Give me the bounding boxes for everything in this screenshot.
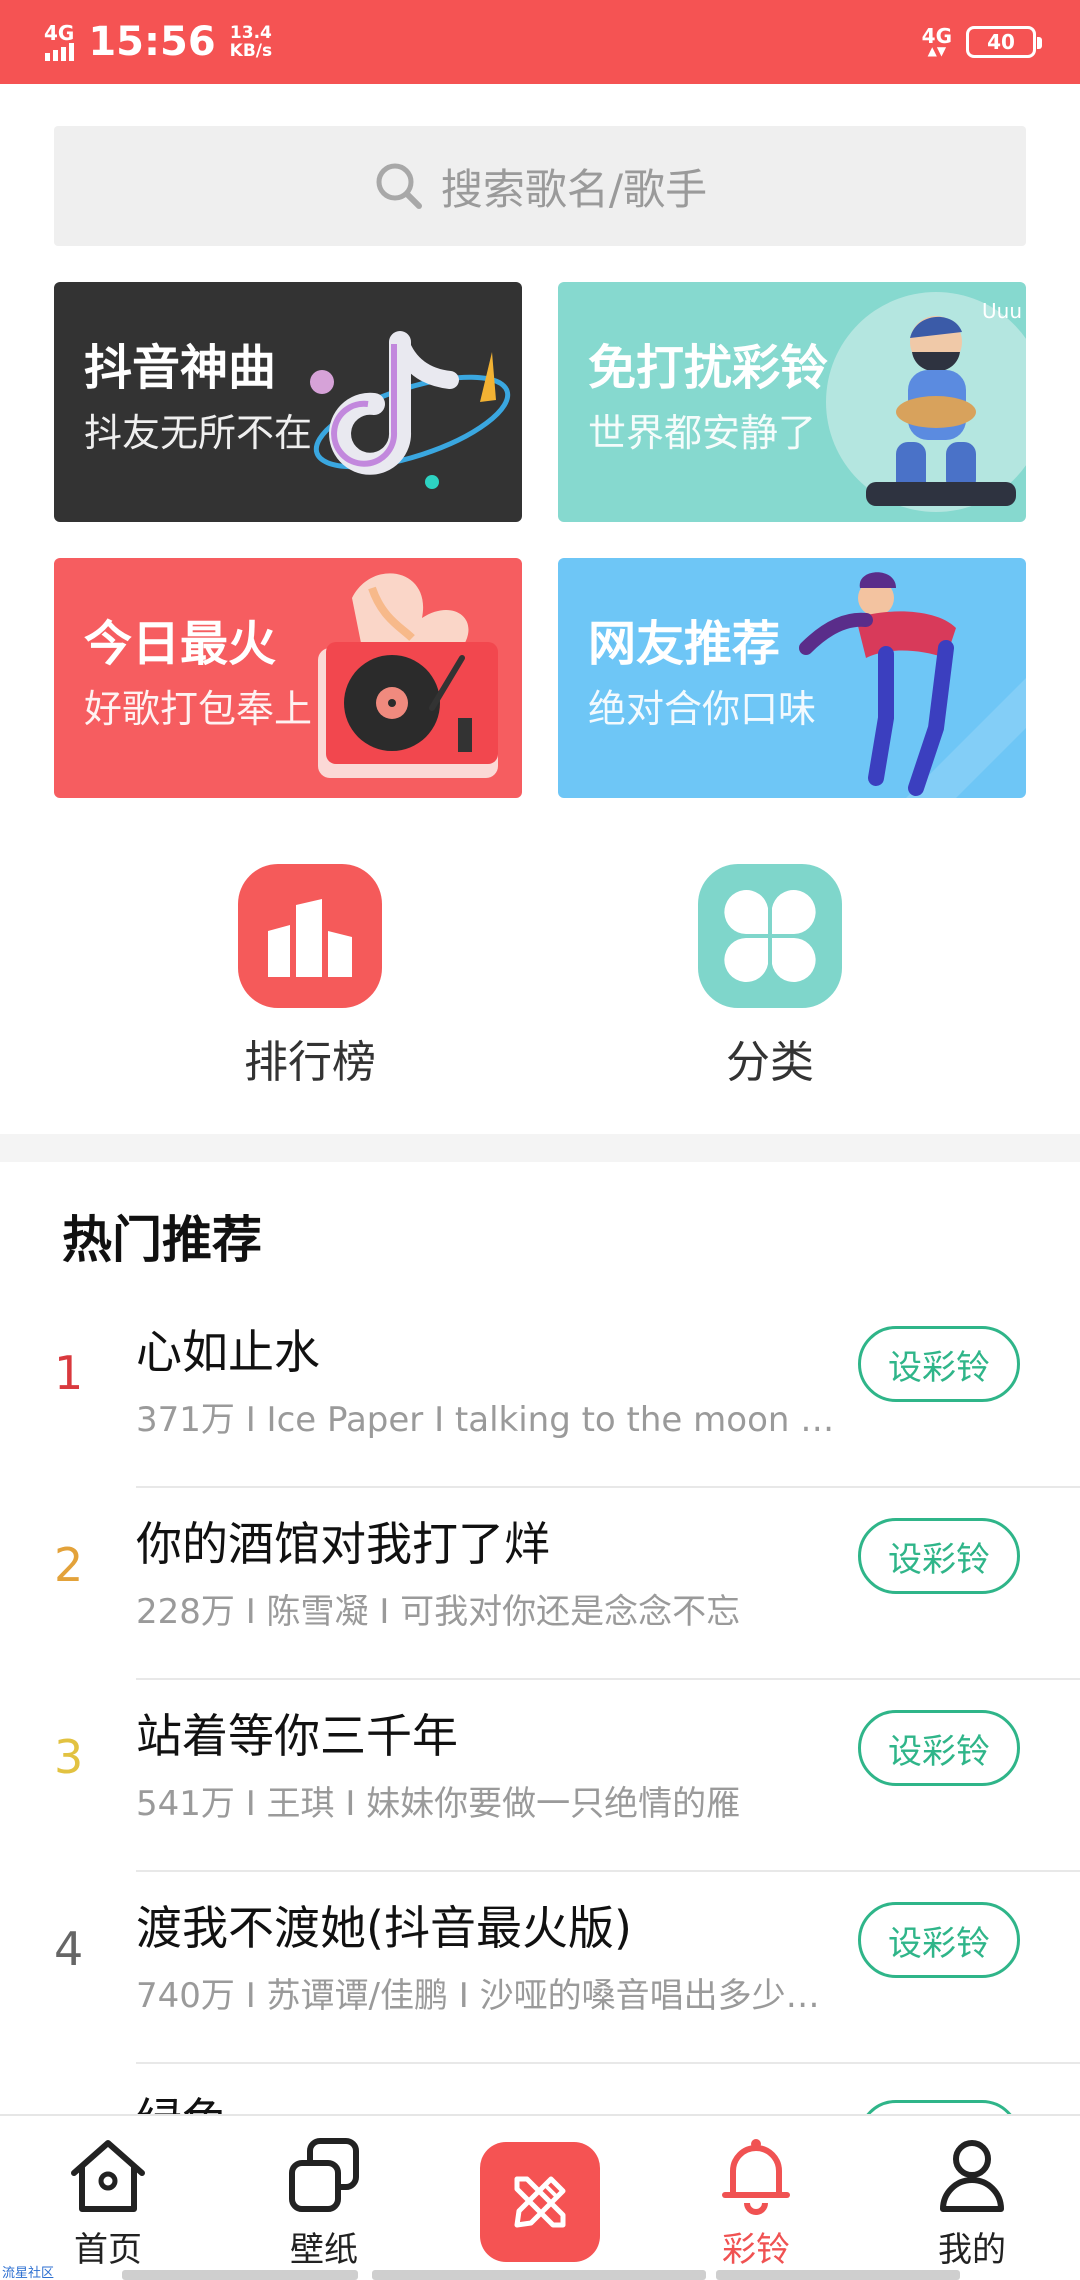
banner-title: 今日最火 [84,616,277,672]
battery-level: 40 [987,30,1015,54]
record-player-illustration [318,573,498,778]
list-item[interactable]: 4 渡我不渡她(抖音最火版) 740万 I 苏谭谭/佳鹏 I 沙哑的嗓音唱出多少… [0,1872,1080,2064]
grid-icon [698,864,842,1008]
song-meta: 228万 I 陈雪凝 I 可我对你还是念念不忘 [136,1592,741,1632]
battery-icon: 40 [966,26,1042,58]
rank-number: 2 [54,1538,84,1592]
song-title: 你的酒馆对我打了烊 [136,1517,550,1571]
nav-create[interactable] [480,2142,600,2262]
song-meta: 541万 I 王琪 I 妹妹你要做一只绝情的雁 [136,1784,741,1824]
song-title: 渡我不渡她(抖音最火版) [136,1901,632,1955]
banner-title: 抖音神曲 [84,340,277,396]
set-ringtone-button[interactable]: 设彩铃 [858,1326,1020,1402]
section-divider [0,1134,1080,1162]
category-link[interactable]: 分类 [670,864,870,1090]
home-icon [28,2130,188,2220]
song-title: 心如止水 [136,1325,320,1379]
banner-subtitle: 世界都安静了 [588,411,817,455]
nav-wallpaper[interactable]: 壁纸 [244,2130,404,2271]
nav-wallpaper-label: 壁纸 [290,2230,358,2270]
clock: 15:56 [88,19,216,65]
rank-number: 1 [54,1346,84,1400]
ranking-label: 排行榜 [244,1037,376,1088]
list-item[interactable]: 1 心如止水 371万 I Ice Paper I talking to the… [0,1296,1080,1488]
song-meta: 371万 I Ice Paper I talking to the moon 放… [136,1400,836,1440]
song-title: 站着等你三千年 [136,1709,458,1763]
set-ringtone-button[interactable]: 设彩铃 [858,1518,1020,1594]
banner-subtitle: 绝对合你口味 [588,687,817,731]
rank-number: 4 [54,1922,84,1976]
search-bar[interactable]: 搜索歌名/歌手 [54,126,1026,246]
network-speed: 13.4 KB/s [230,24,272,60]
watermark: 流星社区 [2,2266,55,2280]
list-item[interactable]: 2 你的酒馆对我打了烊 228万 I 陈雪凝 I 可我对你还是念念不忘 设彩铃 [0,1488,1080,1680]
set-ringtone-button[interactable]: 设彩铃 [858,1902,1020,1978]
bottom-nav: 首页 壁纸 彩铃 我的 [0,2114,1080,2280]
ranking-link[interactable]: 排行榜 [210,864,410,1090]
banner-quiet-ringtone[interactable]: 免打扰彩铃 世界都安静了 Uuu [558,282,1026,522]
home-indicator [122,2270,358,2280]
speed-unit: KB/s [229,41,273,61]
search-placeholder: 搜索歌名/歌手 [440,164,708,214]
network-type: 4G [44,21,75,45]
banner-subtitle: 好歌打包奉上 [84,687,313,731]
speed-value: 13.4 [229,23,272,43]
song-meta: 740万 I 苏谭谭/佳鹏 I 沙哑的嗓音唱出多少… [136,1976,820,2016]
list-item[interactable]: 3 站着等你三千年 541万 I 王琪 I 妹妹你要做一只绝情的雁 设彩铃 [0,1680,1080,1872]
home-indicator [372,2270,706,2280]
wallpaper-icon [244,2130,404,2220]
dancer-illustration [799,572,1026,798]
banner-subtitle: 抖友无所不在 [84,411,313,455]
nav-ringtone[interactable]: 彩铃 [676,2130,836,2271]
nav-me[interactable]: 我的 [892,2130,1052,2271]
network-right-label: 4G [921,24,952,48]
status-bar: 4G 15:56 13.4 KB/s 4G ▲▼ 40 [0,0,1080,84]
category-label: 分类 [726,1037,814,1088]
bell-icon [676,2130,836,2220]
set-ringtone-button[interactable]: 设彩铃 [858,1710,1020,1786]
banner-title: 网友推荐 [588,616,781,672]
nav-ringtone-label: 彩铃 [722,2230,790,2270]
rank-number: 3 [54,1730,84,1784]
chart-icon [238,864,382,1008]
nav-me-label: 我的 [938,2230,1006,2270]
home-indicator [716,2270,960,2280]
guitar-player-illustration: Uuu [826,292,1026,512]
network-right: 4G ▲▼ [921,24,952,57]
svg-text:Uuu: Uuu [982,299,1022,323]
section-title: 热门推荐 [62,1211,262,1269]
banner-douyin-hits[interactable]: 抖音神曲 抖友无所不在 [54,282,522,522]
search-icon [376,163,422,209]
pencil-ruler-icon [514,2176,566,2228]
banner-netizen-picks[interactable]: 网友推荐 绝对合你口味 [558,558,1026,798]
banner-today-hot[interactable]: 今日最火 好歌打包奉上 [54,558,522,798]
signal-bars-icon [44,43,74,61]
signal-indicator: 4G [44,23,74,61]
tiktok-note-icon [310,331,511,489]
nav-home[interactable]: 首页 [28,2130,188,2271]
person-icon [892,2130,1052,2220]
